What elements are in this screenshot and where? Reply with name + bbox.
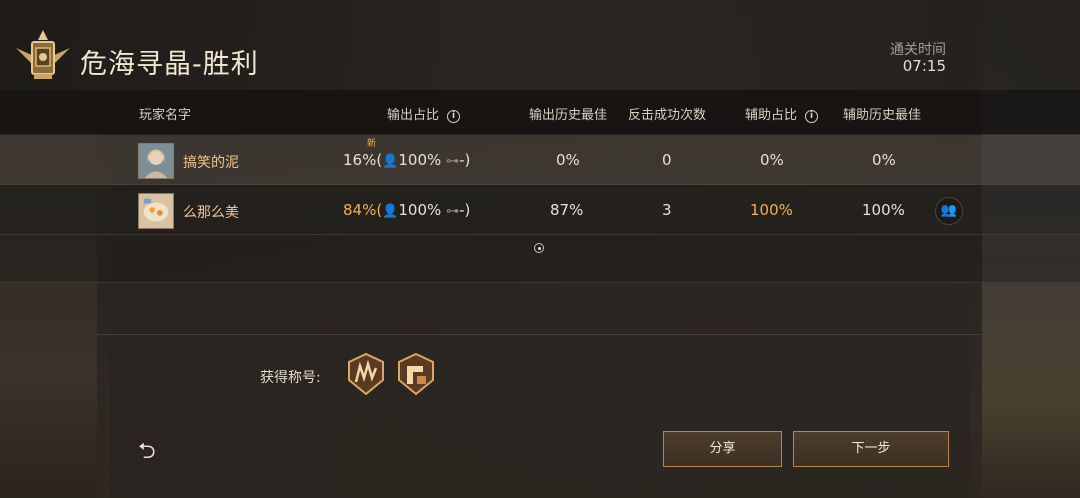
page-indicator-dot[interactable] <box>534 243 544 253</box>
player-name: 么那么美 <box>183 205 239 221</box>
player-icon: 👤 <box>382 154 399 169</box>
section-divider <box>97 334 982 335</box>
column-output-ratio: 输出占比 i <box>387 104 461 123</box>
drone-icon: ⊶ <box>446 204 460 219</box>
assist-ratio-cell: 0% <box>760 151 784 169</box>
info-icon[interactable]: i <box>805 110 819 123</box>
title-badge-icon[interactable] <box>396 352 436 396</box>
assist-best-cell: 100% <box>862 201 905 219</box>
title-badge-icon[interactable] <box>346 352 386 396</box>
back-arrow-icon[interactable]: ⮌ <box>138 434 156 472</box>
victory-emblem-icon <box>16 30 70 79</box>
info-icon[interactable]: i <box>447 110 461 123</box>
clear-time-label: 通关时间 <box>890 42 946 58</box>
avatar[interactable] <box>138 193 174 229</box>
output-drone-percent: -) <box>459 151 471 169</box>
output-player-percent: 100% <box>398 151 442 169</box>
output-player-percent: 100% <box>398 201 442 219</box>
counter-count-cell: 0 <box>662 151 672 169</box>
output-drone-percent: -) <box>459 201 471 219</box>
page-title: 危海寻晶-胜利 <box>80 49 259 80</box>
column-player-name: 玩家名字 <box>139 108 192 123</box>
column-assist-ratio: 辅助占比 i <box>745 104 819 123</box>
column-assist-best: 辅助历史最佳 <box>843 108 922 123</box>
column-counter-count: 反击成功次数 <box>628 108 707 123</box>
column-output-best: 输出历史最佳 <box>529 108 608 123</box>
drone-icon: ⊶ <box>446 154 460 169</box>
add-friend-icon[interactable]: 👥 <box>935 197 963 225</box>
next-step-button[interactable]: 下一步 <box>793 431 949 467</box>
clear-time-value: 07:15 <box>902 57 946 75</box>
output-percent: 16%( <box>343 151 383 169</box>
output-percent: 84%( <box>343 201 383 219</box>
column-output-ratio-label: 输出占比 <box>387 108 440 123</box>
counter-count-cell: 3 <box>662 201 672 219</box>
column-assist-ratio-label: 辅助占比 <box>745 108 798 123</box>
output-best-cell: 0% <box>556 151 580 169</box>
avatar[interactable] <box>138 143 174 179</box>
output-ratio-cell: 16%(👤100% ⊶-) <box>343 151 470 169</box>
assist-ratio-cell: 100% <box>750 201 793 219</box>
player-icon: 👤 <box>382 204 399 219</box>
player-name: 搞笑的泥 <box>183 155 239 171</box>
new-record-tag: 新 <box>367 139 377 149</box>
output-best-cell: 87% <box>550 201 584 219</box>
share-button[interactable]: 分享 <box>663 431 782 467</box>
assist-best-cell: 0% <box>872 151 896 169</box>
titles-earned-label: 获得称号: <box>260 370 321 386</box>
output-ratio-cell: 84%(👤100% ⊶-) <box>343 201 470 219</box>
